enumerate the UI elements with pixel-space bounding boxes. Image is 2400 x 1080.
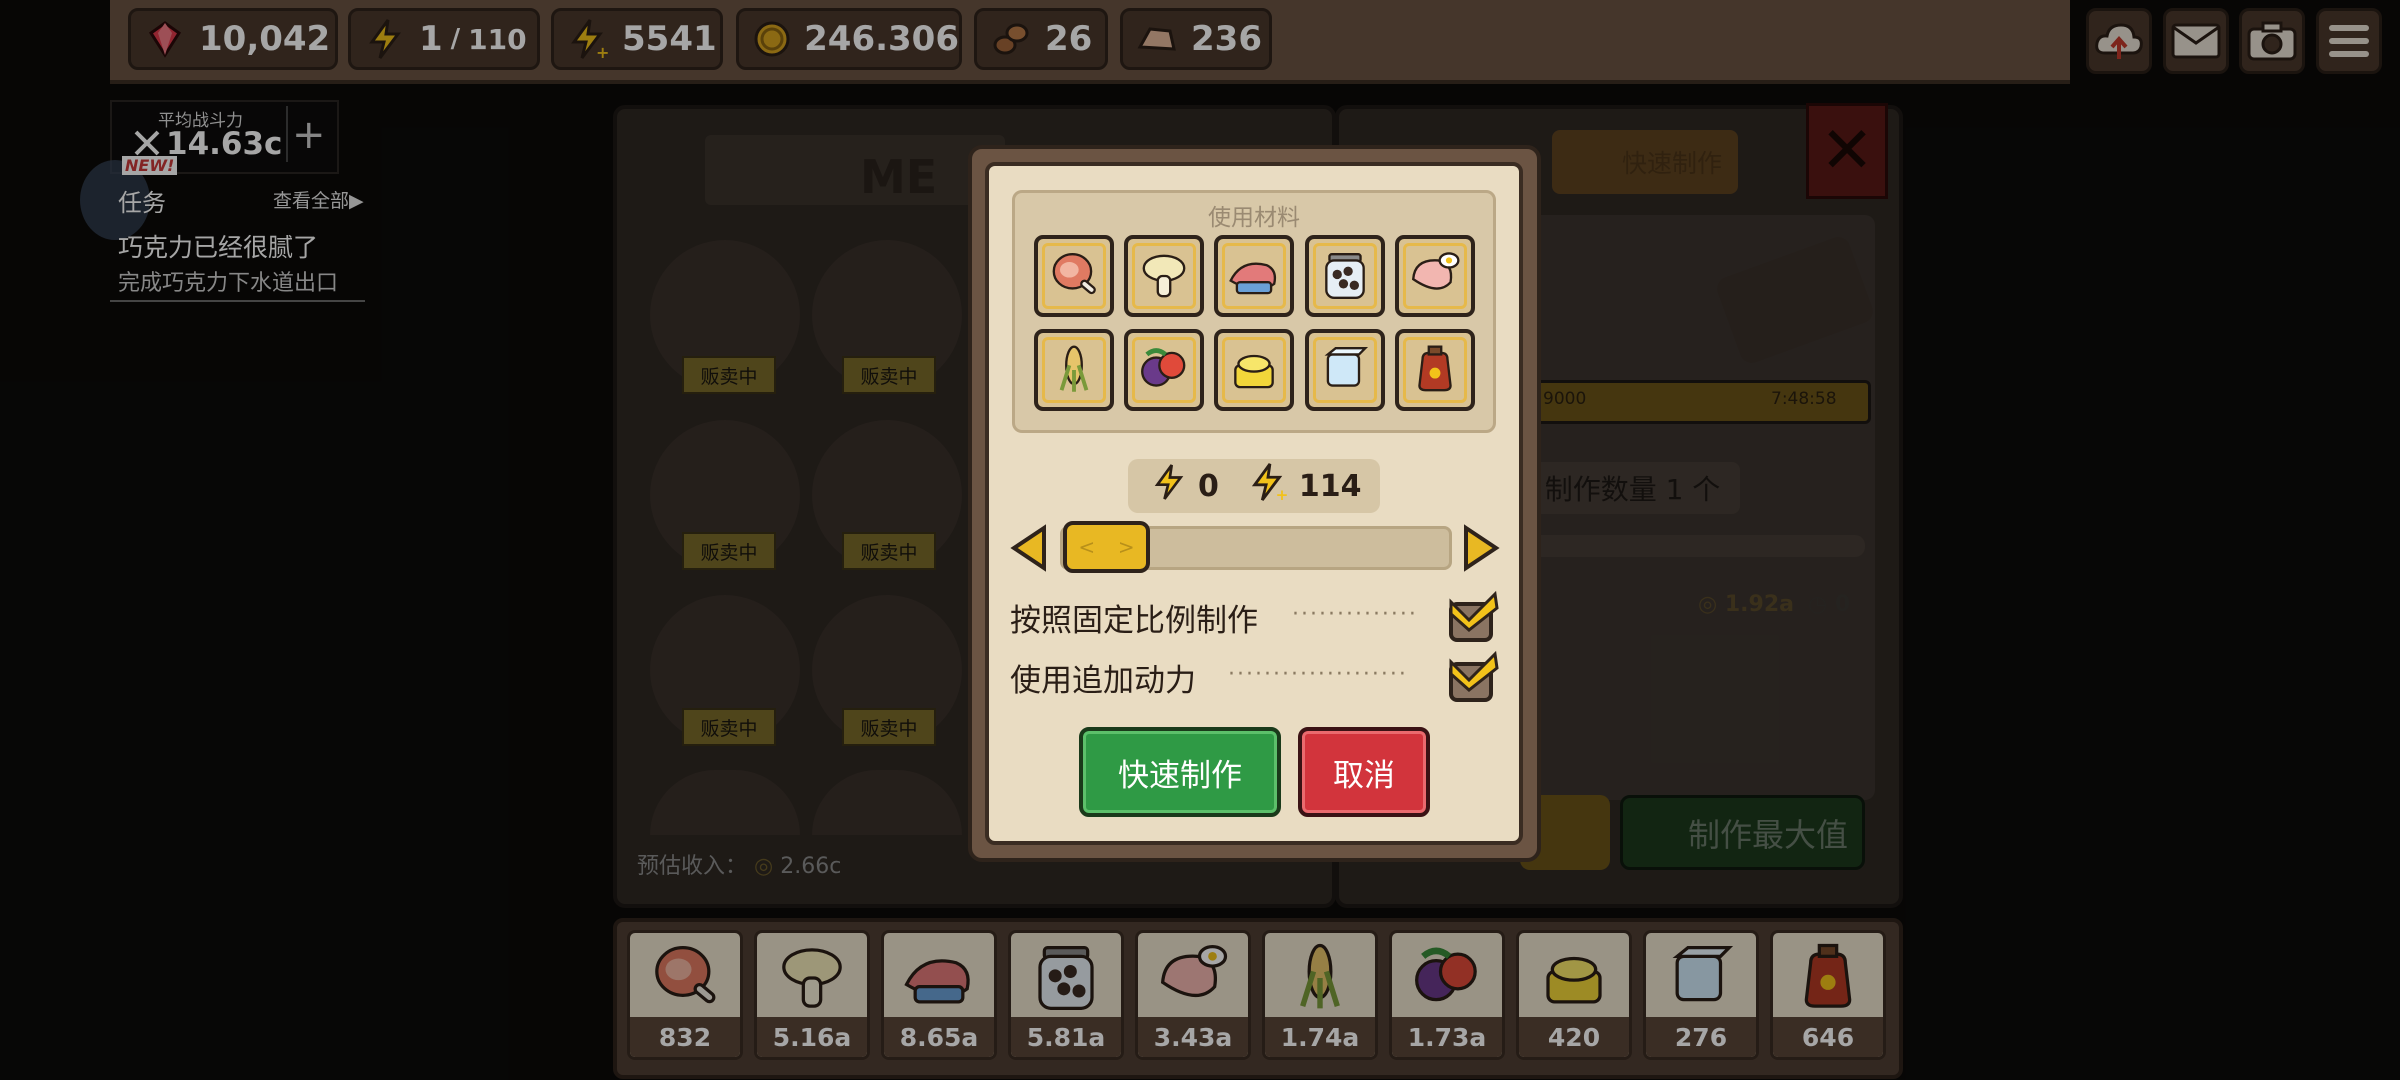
meat-icon bbox=[1052, 253, 1096, 295]
cancel-button[interactable]: 取消 bbox=[1298, 727, 1430, 817]
material-slot[interactable] bbox=[1395, 235, 1475, 317]
material-slot[interactable] bbox=[1124, 235, 1204, 317]
butter-icon bbox=[1234, 354, 1274, 389]
checkmark-icon bbox=[1449, 590, 1499, 642]
triangle-left-icon bbox=[1010, 524, 1046, 572]
fish-icon bbox=[1229, 262, 1277, 295]
option-fixed-ratio-label: 按照固定比例制作 bbox=[1010, 603, 1258, 639]
chevron-left-icon: < bbox=[1078, 535, 1096, 559]
material-slot-frame bbox=[1132, 337, 1196, 403]
quantity-slider-thumb[interactable]: < > bbox=[1063, 521, 1150, 573]
extra-power-checkbox[interactable] bbox=[1447, 650, 1499, 702]
leader-dots: ·············· bbox=[1292, 602, 1418, 627]
spice-icon bbox=[1418, 345, 1452, 392]
svg-text:+: + bbox=[1275, 486, 1286, 502]
material-slot-frame bbox=[1313, 337, 1377, 403]
materials-title: 使用材料 bbox=[1208, 205, 1300, 231]
material-slot-frame bbox=[1313, 243, 1377, 309]
increase-arrow-button[interactable] bbox=[1460, 524, 1500, 576]
chevron-right-icon: > bbox=[1117, 535, 1135, 559]
lightning-icon bbox=[1152, 462, 1186, 510]
vegetables-icon bbox=[1141, 348, 1186, 387]
material-slot[interactable] bbox=[1034, 329, 1114, 411]
material-slot[interactable] bbox=[1034, 235, 1114, 317]
cancel-label: 取消 bbox=[1333, 757, 1395, 794]
energy-cost-display: 0 + 114 bbox=[1128, 459, 1380, 513]
fixed-ratio-checkbox[interactable] bbox=[1447, 590, 1499, 642]
material-slot[interactable] bbox=[1305, 329, 1385, 411]
material-slot[interactable] bbox=[1214, 329, 1294, 411]
material-slot-frame bbox=[1042, 337, 1106, 403]
chicken-icon bbox=[1412, 252, 1460, 290]
material-slot[interactable] bbox=[1395, 329, 1475, 411]
material-slot-frame bbox=[1042, 243, 1106, 309]
triangle-right-icon bbox=[1464, 524, 1500, 572]
material-slot[interactable] bbox=[1124, 329, 1204, 411]
mushroom-icon bbox=[1142, 254, 1186, 298]
corn-icon bbox=[1059, 345, 1089, 392]
material-slot-frame bbox=[1403, 243, 1467, 309]
option-extra-power-label: 使用追加动力 bbox=[1010, 663, 1196, 699]
decrease-arrow-button[interactable] bbox=[1010, 524, 1050, 576]
energy-cost-value: 0 bbox=[1198, 468, 1219, 504]
leader-dots: ···················· bbox=[1228, 662, 1408, 687]
ice-icon bbox=[1324, 347, 1369, 387]
beans-icon bbox=[1325, 253, 1365, 299]
material-slot-frame bbox=[1403, 337, 1467, 403]
bonus-energy-cost-value: 114 bbox=[1298, 468, 1362, 504]
material-slot-frame bbox=[1132, 243, 1196, 309]
material-slot-frame bbox=[1222, 243, 1286, 309]
material-slot-frame bbox=[1222, 337, 1286, 403]
material-slot[interactable] bbox=[1214, 235, 1294, 317]
bonus-lightning-icon: + bbox=[1249, 462, 1288, 510]
material-slot[interactable] bbox=[1305, 235, 1385, 317]
quick-craft-label: 快速制作 bbox=[1118, 757, 1242, 794]
checkmark-icon bbox=[1449, 650, 1499, 702]
quick-craft-button[interactable]: 快速制作 bbox=[1079, 727, 1281, 817]
